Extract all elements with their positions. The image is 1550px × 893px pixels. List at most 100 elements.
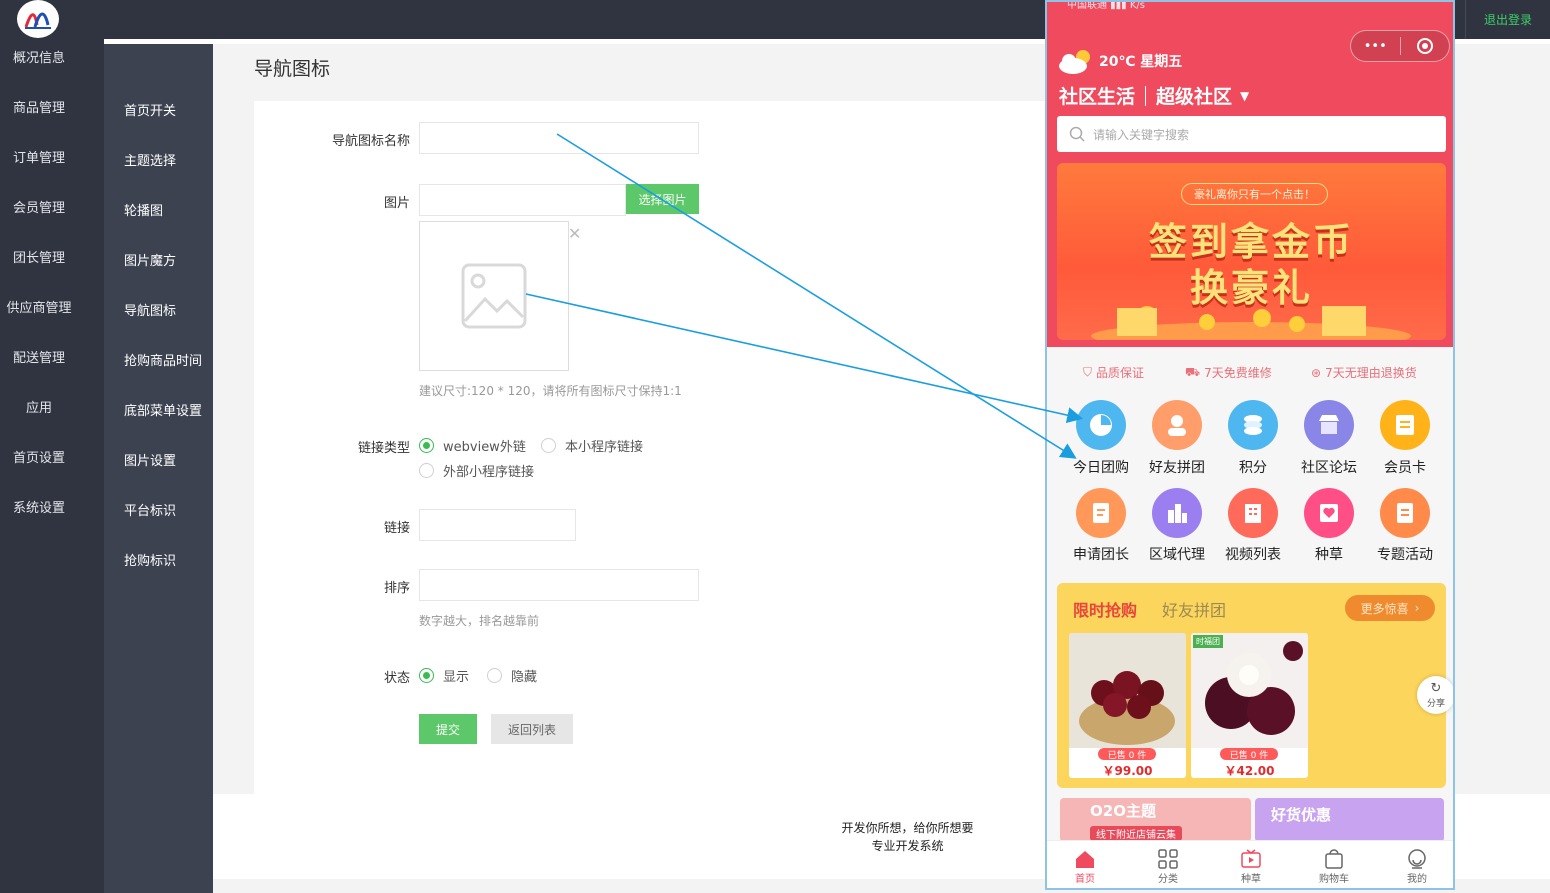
banner-pill: 豪礼离你只有一个点击！ <box>1181 183 1328 205</box>
nav-label-points[interactable]: 积分 <box>1215 457 1291 477</box>
nav-grass-icon[interactable] <box>1304 488 1354 538</box>
nav-points-icon[interactable] <box>1228 400 1278 450</box>
form-icon <box>1093 503 1109 523</box>
sidebar-item-overview[interactable]: 概况信息 <box>0 31 104 81</box>
radio-dot <box>419 668 434 683</box>
subnav-theme[interactable]: 主题选择 <box>124 134 213 184</box>
sold-count: 已售 0 件 <box>1098 748 1156 761</box>
nav-label-today-group[interactable]: 今日团购 <box>1063 457 1139 477</box>
link-input[interactable] <box>419 509 576 541</box>
subnav-carousel[interactable]: 轮播图 <box>124 184 213 234</box>
cherry-basket-image <box>1069 633 1186 748</box>
community-selector[interactable]: 社区生活 超级社区 ▼ <box>1059 82 1249 109</box>
nav-regional-agent-icon[interactable] <box>1152 488 1202 538</box>
more-menu-icon[interactable]: ••• <box>1351 31 1400 61</box>
more-surprises-button[interactable]: 更多惊喜 › <box>1345 595 1435 621</box>
nav-friend-group-icon[interactable] <box>1152 400 1202 450</box>
subnav-flash-sale-time[interactable]: 抢购商品时间 <box>124 334 213 384</box>
nav-special-event-icon[interactable] <box>1380 488 1430 538</box>
footer-subtitle: 专业开发系统 <box>871 839 944 853</box>
logout-link[interactable]: 退出登录 <box>1465 0 1550 39</box>
user-face-icon <box>1408 848 1426 869</box>
sidebar-item-leaders[interactable]: 团长管理 <box>0 231 104 281</box>
product-card[interactable]: 时福团 已售 0 件 ￥42.00 <box>1191 633 1308 778</box>
good-deals-title: 好货优惠 <box>1271 806 1332 824</box>
phone-preview: 中国联通 ▮▮▮ K/s ••• 20℃ 星期五 社区生活 超级社区 ▼ 请输入… <box>1045 0 1455 890</box>
subnav-image-settings[interactable]: 图片设置 <box>124 434 213 484</box>
tab-grass[interactable]: 种草 <box>1221 841 1281 888</box>
subnav-platform-mark[interactable]: 平台标识 <box>124 484 213 534</box>
status-hide-radio[interactable]: 隐藏 <box>487 666 537 685</box>
nav-label-apply-leader[interactable]: 申请团长 <box>1063 544 1139 564</box>
sort-input[interactable] <box>419 569 699 601</box>
radio-dot <box>487 668 502 683</box>
link-label: 链接 <box>383 521 410 536</box>
submit-button[interactable]: 提交 <box>419 714 477 744</box>
subnav-home-switch[interactable]: 首页开关 <box>124 84 213 134</box>
nav-label-grass[interactable]: 种草 <box>1291 544 1367 564</box>
nav-forum-icon[interactable] <box>1304 400 1354 450</box>
sidebar-item-orders[interactable]: 订单管理 <box>0 131 104 181</box>
promo-banner[interactable]: 豪礼离你只有一个点击！ 签到拿金币 换豪礼 <box>1057 163 1446 340</box>
notepad-icon <box>1397 503 1413 523</box>
good-deals-card[interactable]: 好货优惠 <box>1255 798 1444 842</box>
link-type-miniprogram-radio[interactable]: 本小程序链接 <box>541 436 643 455</box>
image-path-input[interactable] <box>419 184 626 216</box>
tab-category[interactable]: 分类 <box>1138 841 1198 888</box>
nav-label-special-event[interactable]: 专题活动 <box>1367 544 1443 564</box>
radio-dot <box>419 438 434 453</box>
store-icon <box>1319 415 1339 434</box>
mangosteen-image <box>1191 633 1308 748</box>
tab-cart[interactable]: 购物车 <box>1304 841 1364 888</box>
community-right: 超级社区 <box>1156 86 1233 108</box>
sidebar-item-members[interactable]: 会员管理 <box>0 181 104 231</box>
o2o-theme-card[interactable]: O2O主题 线下附近店铺云集 <box>1060 798 1251 842</box>
product-card[interactable]: 已售 0 件 ￥99.00 <box>1069 633 1186 778</box>
subnav-bottom-menu[interactable]: 底部菜单设置 <box>124 384 213 434</box>
subnav-flash-mark[interactable]: 抢购标识 <box>124 534 213 584</box>
link-type-webview-radio[interactable]: webview外链 <box>419 436 526 455</box>
nav-member-card-icon[interactable] <box>1380 400 1430 450</box>
nav-label-forum[interactable]: 社区论坛 <box>1291 457 1367 477</box>
subnav-image-cube[interactable]: 图片魔方 <box>124 234 213 284</box>
nav-label-regional-agent[interactable]: 区域代理 <box>1139 544 1215 564</box>
choose-image-button[interactable]: 选择图片 <box>626 184 699 214</box>
close-target-icon[interactable] <box>1400 31 1449 61</box>
return-icon: ⊛ <box>1311 365 1322 380</box>
nav-label-video-list[interactable]: 视频列表 <box>1215 544 1291 564</box>
pie-icon <box>1090 414 1112 436</box>
phone-search-bar[interactable]: 请输入关键字搜索 <box>1057 116 1446 152</box>
tab-home[interactable]: 首页 <box>1055 841 1115 888</box>
search-placeholder: 请输入关键字搜索 <box>1093 127 1190 142</box>
chevron-right-icon: › <box>1414 601 1420 615</box>
status-show-radio[interactable]: 显示 <box>419 666 469 685</box>
sidebar-item-home-settings[interactable]: 首页设置 <box>0 431 104 481</box>
nav-label-member-card[interactable]: 会员卡 <box>1367 457 1443 477</box>
back-to-list-button[interactable]: 返回列表 <box>491 714 573 744</box>
image-preview[interactable] <box>419 221 569 371</box>
nav-label-friend-group[interactable]: 好友拼团 <box>1139 457 1215 477</box>
sidebar-item-suppliers[interactable]: 供应商管理 <box>0 281 104 331</box>
image-label: 图片 <box>383 196 410 211</box>
sidebar-item-products[interactable]: 商品管理 <box>0 81 104 131</box>
friend-group-tab[interactable]: 好友拼团 <box>1162 597 1226 621</box>
tab-mine[interactable]: 我的 <box>1387 841 1447 888</box>
search-icon <box>1069 126 1085 142</box>
sidebar-item-apps[interactable]: 应用 <box>0 381 104 431</box>
nav-name-input[interactable] <box>419 122 699 154</box>
flash-sale-tab[interactable]: 限时抢购 <box>1073 597 1137 621</box>
subnav-nav-icons[interactable]: 导航图标 <box>124 284 213 334</box>
nav-apply-leader-icon[interactable] <box>1076 488 1126 538</box>
link-type-external-miniprogram-radio[interactable]: 外部小程序链接 <box>419 461 534 480</box>
heart-card-icon <box>1320 504 1338 522</box>
guarantee-return: ⊛ 7天无理由退换货 <box>1311 365 1417 381</box>
nav-today-group-icon[interactable] <box>1076 400 1126 450</box>
share-button[interactable]: ↻ 分享 <box>1417 676 1453 714</box>
tv-icon <box>1241 848 1261 868</box>
nav-video-list-icon[interactable] <box>1228 488 1278 538</box>
sidebar-item-system-settings[interactable]: 系统设置 <box>0 481 104 531</box>
remove-image-icon[interactable]: ✕ <box>568 224 581 243</box>
sidebar-item-delivery[interactable]: 配送管理 <box>0 331 104 381</box>
building-icon <box>1168 504 1187 523</box>
o2o-subtitle: 线下附近店铺云集 <box>1090 826 1182 841</box>
